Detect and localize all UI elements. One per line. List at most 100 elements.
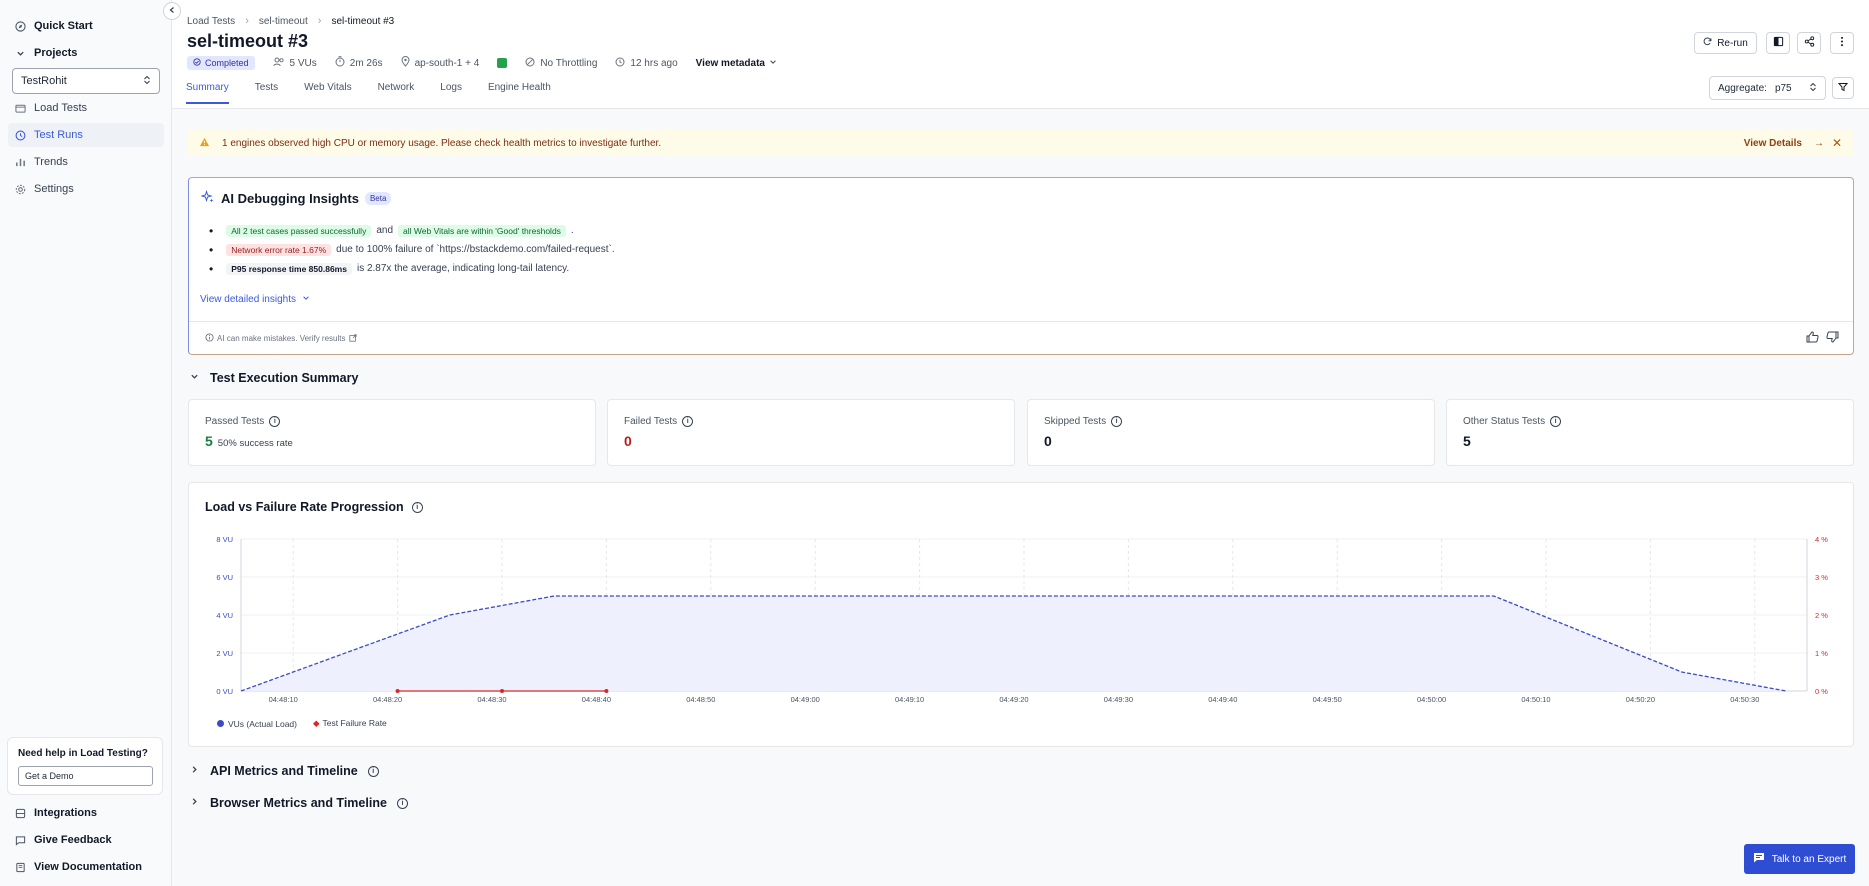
chevron-right-icon bbox=[190, 765, 200, 777]
more-options-button[interactable] bbox=[1830, 32, 1854, 54]
talk-to-expert-button[interactable]: Talk to an Expert bbox=[1744, 844, 1855, 874]
sidebar-item-quick-start[interactable]: Quick Start bbox=[8, 14, 164, 38]
tab-network[interactable]: Network bbox=[378, 82, 415, 104]
updown-icon bbox=[1809, 82, 1817, 95]
tab-bar: Summary Tests Web Vitals Network Logs En… bbox=[186, 82, 577, 104]
x-tick-label: 04:49:00 bbox=[791, 695, 820, 704]
sidebar-item-integrations[interactable]: Integrations bbox=[8, 801, 164, 825]
info-icon[interactable]: i bbox=[367, 765, 379, 777]
browser-metrics-toggle[interactable]: Browser Metrics and Timeline i bbox=[190, 796, 408, 810]
sidebar-item-documentation[interactable]: View Documentation bbox=[8, 855, 164, 879]
failure-rate-point bbox=[500, 689, 504, 693]
api-metrics-toggle[interactable]: API Metrics and Timeline i bbox=[190, 764, 379, 778]
share-icon bbox=[1804, 36, 1815, 50]
thumbs-down-icon[interactable] bbox=[1826, 331, 1839, 346]
meta-region-text: ap-south-1 + 4 bbox=[414, 57, 480, 69]
info-icon[interactable]: i bbox=[411, 501, 423, 513]
tab-engine-health[interactable]: Engine Health bbox=[488, 82, 551, 104]
sidebar-item-label: Integrations bbox=[34, 807, 97, 819]
x-tick-label: 04:50:20 bbox=[1626, 695, 1655, 704]
warning-triangle-icon bbox=[199, 137, 210, 150]
x-tick-label: 04:48:50 bbox=[686, 695, 715, 704]
get-demo-button[interactable]: Get a Demo bbox=[18, 766, 153, 786]
test-execution-summary-toggle[interactable]: Test Execution Summary bbox=[190, 371, 358, 385]
vus-area bbox=[241, 596, 1787, 691]
sidebar-item-label: Load Tests bbox=[34, 102, 88, 114]
page-title: sel-timeout #3 bbox=[187, 31, 309, 51]
rerun-button[interactable]: Re-run bbox=[1694, 32, 1757, 54]
warning-text: 1 engines observed high CPU or memory us… bbox=[222, 137, 662, 149]
chevron-right-icon: › bbox=[317, 15, 322, 27]
x-tick-label: 04:49:20 bbox=[999, 695, 1028, 704]
meta-throttling-text: No Throttling bbox=[540, 57, 598, 69]
breadcrumb-current: sel-timeout #3 bbox=[331, 15, 395, 27]
section-title: Test Execution Summary bbox=[210, 371, 359, 385]
location-pin-icon bbox=[401, 56, 410, 70]
chat-icon bbox=[1753, 852, 1765, 866]
y-left-tick-label: 4 VU bbox=[216, 611, 233, 620]
chevron-down-icon bbox=[190, 372, 200, 384]
chevron-down-icon bbox=[14, 47, 26, 59]
stat-value: 0 bbox=[1044, 433, 1052, 449]
view-metadata-dropdown[interactable]: View metadata bbox=[696, 58, 777, 69]
x-tick-label: 04:49:30 bbox=[1104, 695, 1133, 704]
tab-logs[interactable]: Logs bbox=[440, 82, 462, 104]
collapse-sidebar-button[interactable] bbox=[163, 2, 181, 20]
sidebar-item-load-tests[interactable]: Load Tests bbox=[8, 96, 164, 120]
folder-icon bbox=[14, 102, 26, 114]
tab-summary[interactable]: Summary bbox=[186, 82, 229, 104]
chrome-browser-icon bbox=[497, 58, 508, 68]
aggregate-select[interactable]: Aggregate: p75 bbox=[1709, 76, 1826, 100]
chevron-right-icon: › bbox=[245, 15, 249, 27]
gear-icon bbox=[14, 183, 26, 195]
info-icon[interactable]: i bbox=[269, 416, 281, 427]
compass-icon bbox=[14, 20, 26, 32]
stat-subtext: 50% success rate bbox=[217, 438, 293, 449]
meta-region[interactable]: ap-south-1 + 4 bbox=[401, 56, 480, 70]
sidebar-item-test-runs[interactable]: Test Runs bbox=[8, 123, 164, 147]
stat-card-passed: Passed Tests i 5 50% success rate bbox=[188, 399, 596, 466]
close-icon[interactable]: ✕ bbox=[1832, 136, 1842, 150]
timer-icon bbox=[335, 56, 345, 70]
y-left-tick-label: 2 VU bbox=[216, 649, 233, 658]
project-select[interactable]: TestRohit bbox=[12, 68, 160, 94]
view-detailed-insights-link[interactable]: View detailed insights bbox=[200, 294, 310, 305]
y-left-tick-label: 6 VU bbox=[216, 573, 233, 582]
compare-button[interactable] bbox=[1766, 32, 1790, 54]
external-link-icon[interactable] bbox=[348, 333, 357, 344]
tab-tests[interactable]: Tests bbox=[255, 82, 278, 104]
x-tick-label: 04:50:10 bbox=[1521, 695, 1550, 704]
sidebar-item-feedback[interactable]: Give Feedback bbox=[8, 828, 164, 852]
chevron-down-icon bbox=[769, 58, 777, 69]
breadcrumb-item[interactable]: sel-timeout bbox=[259, 16, 308, 27]
y-right-tick-label: 3 % bbox=[1815, 573, 1828, 582]
stat-label-text: Skipped Tests bbox=[1044, 416, 1107, 427]
insight-text: is 2.87x the average, indicating long-ta… bbox=[356, 263, 570, 274]
tab-web-vitals[interactable]: Web Vitals bbox=[304, 82, 351, 104]
view-details-link[interactable]: View Details → bbox=[1744, 138, 1824, 149]
legend-label: VUs (Actual Load) bbox=[228, 718, 297, 729]
filter-button[interactable] bbox=[1832, 77, 1854, 99]
meta-vus-text: 5 VUs bbox=[289, 57, 317, 69]
ai-title-text: AI Debugging Insights bbox=[221, 191, 359, 206]
breadcrumb-item[interactable]: Load Tests bbox=[187, 16, 235, 27]
filter-icon bbox=[1837, 82, 1849, 95]
info-icon[interactable]: i bbox=[396, 797, 408, 809]
x-tick-label: 04:50:00 bbox=[1417, 695, 1446, 704]
failure-rate-point bbox=[395, 689, 400, 693]
book-icon bbox=[14, 861, 26, 873]
sidebar-projects-toggle[interactable]: Projects bbox=[8, 41, 164, 65]
legend-item-failure-rate[interactable]: ◆ Test Failure Rate bbox=[313, 718, 387, 729]
info-icon[interactable]: i bbox=[1550, 416, 1562, 427]
legend-item-vus[interactable]: VUs (Actual Load) bbox=[217, 719, 297, 729]
info-icon[interactable]: i bbox=[682, 416, 694, 427]
ai-insights-list: All 2 test cases passed successfully and… bbox=[209, 221, 615, 278]
info-icon[interactable]: i bbox=[1111, 416, 1123, 427]
thumbs-up-icon[interactable] bbox=[1806, 331, 1819, 346]
arrow-right-icon: → bbox=[1813, 137, 1824, 149]
share-button[interactable] bbox=[1797, 32, 1821, 54]
status-text: Completed bbox=[205, 58, 249, 68]
divider bbox=[189, 321, 1853, 322]
sidebar-item-settings[interactable]: Settings bbox=[8, 177, 164, 201]
sidebar-item-trends[interactable]: Trends bbox=[8, 150, 164, 174]
